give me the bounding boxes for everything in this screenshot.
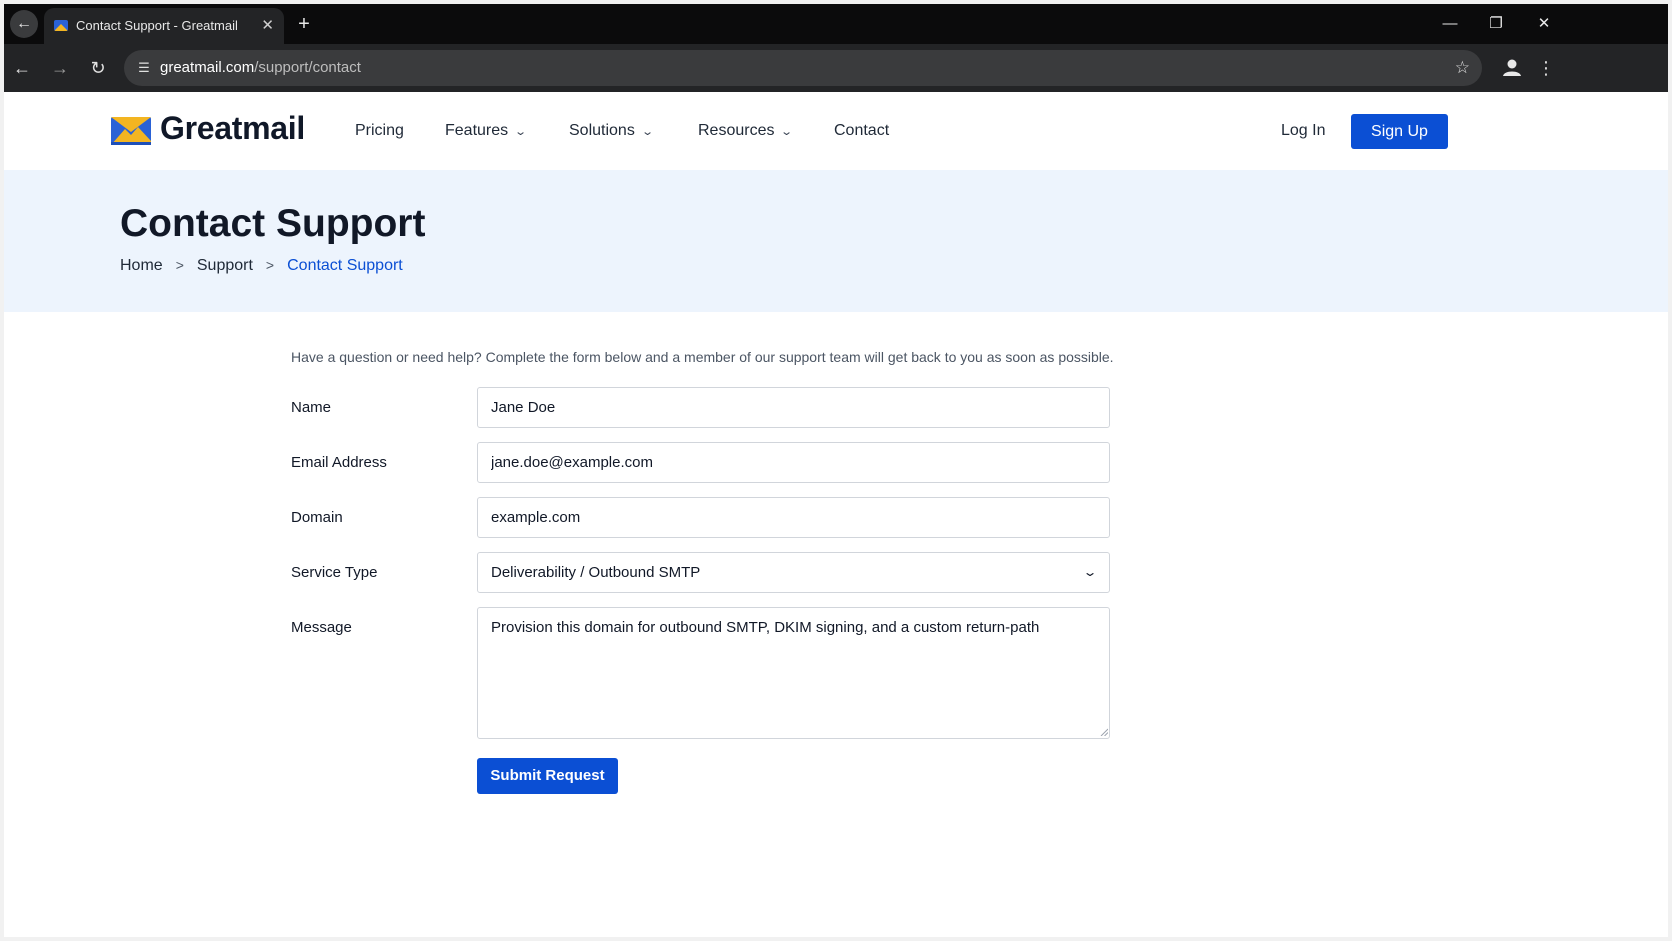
- resize-grip-icon[interactable]: [1100, 728, 1108, 736]
- star-icon[interactable]: ☆: [1455, 56, 1470, 80]
- brand-name[interactable]: Greatmail: [160, 110, 305, 147]
- url-text: greatmail.com/support/contact: [160, 59, 361, 76]
- browser-toolbar: ← → ↻ ☰ greatmail.com/support/contact ☆ …: [4, 44, 1668, 92]
- site-settings-icon[interactable]: ☰: [134, 58, 154, 78]
- tab-search-back-icon[interactable]: ←: [10, 10, 38, 38]
- service-type-label: Service Type: [291, 564, 378, 581]
- restore-icon[interactable]: ❐: [1482, 10, 1510, 38]
- submit-request-button[interactable]: Submit Request: [477, 758, 618, 794]
- email-input[interactable]: [477, 442, 1110, 483]
- breadcrumb-separator: >: [175, 257, 184, 273]
- form-intro: Have a question or need help? Complete t…: [291, 349, 1114, 365]
- sign-up-button[interactable]: Sign Up: [1351, 114, 1448, 149]
- browser-window: ← Contact Support - Greatmail ✕ + — ❐ ✕ …: [4, 4, 1668, 937]
- domain-label: Domain: [291, 509, 343, 526]
- menu-kebab-icon[interactable]: ⋮: [1534, 54, 1558, 82]
- chevron-down-icon: ⌄: [514, 126, 528, 138]
- minimize-icon[interactable]: —: [1436, 10, 1464, 38]
- breadcrumb-separator: >: [265, 257, 275, 273]
- nav-pricing[interactable]: Pricing: [355, 122, 404, 140]
- close-icon[interactable]: ✕: [261, 16, 274, 34]
- reload-icon[interactable]: ↻: [84, 54, 112, 82]
- back-arrow-icon[interactable]: ←: [8, 54, 36, 82]
- nav-solutions-label: Solutions: [569, 122, 635, 139]
- profile-icon[interactable]: [1498, 54, 1526, 82]
- breadcrumb-current[interactable]: Contact Support: [287, 257, 403, 274]
- service-type-value: Deliverability / Outbound SMTP: [491, 564, 701, 581]
- nav-contact[interactable]: Contact: [834, 122, 889, 140]
- nav-solutions[interactable]: Solutions ⌄: [569, 122, 654, 140]
- window-close-icon[interactable]: ✕: [1530, 10, 1558, 38]
- greatmail-logo-icon[interactable]: [111, 117, 151, 145]
- nav-pricing-label: Pricing: [355, 122, 404, 139]
- url-host: greatmail.com: [160, 59, 255, 76]
- favicon-icon: [54, 20, 68, 31]
- page-title: Contact Support: [120, 202, 426, 245]
- breadcrumb-support[interactable]: Support: [197, 257, 253, 274]
- forward-arrow-icon[interactable]: →: [46, 54, 74, 82]
- address-bar[interactable]: ☰ greatmail.com/support/contact ☆: [124, 50, 1482, 86]
- domain-input[interactable]: [477, 497, 1110, 538]
- browser-tab[interactable]: Contact Support - Greatmail ✕: [44, 8, 284, 44]
- breadcrumb: Home > Support > Contact Support: [120, 257, 403, 275]
- page-hero: Contact Support Home > Support > Contact Sup…: [4, 170, 1668, 312]
- chevron-down-icon: ⌄: [1082, 565, 1098, 579]
- name-input[interactable]: [477, 387, 1110, 428]
- breadcrumb-home[interactable]: Home: [120, 257, 163, 274]
- nav-features[interactable]: Features ⌄: [445, 122, 528, 140]
- message-label: Message: [291, 619, 352, 636]
- nav-resources-label: Resources: [698, 122, 775, 139]
- name-label: Name: [291, 399, 332, 416]
- plus-icon[interactable]: +: [290, 10, 318, 38]
- chevron-down-icon: ⌄: [640, 126, 654, 138]
- url-path: /support/contact: [254, 59, 361, 76]
- log-in-link[interactable]: Log In: [1281, 122, 1325, 140]
- tab-strip: ← Contact Support - Greatmail ✕ + — ❐ ✕: [4, 4, 1668, 44]
- site-header: Greatmail Pricing Features ⌄ Solutions ⌄ R…: [4, 92, 1668, 170]
- email-label: Email Address: [291, 454, 387, 471]
- nav-features-label: Features: [445, 122, 509, 139]
- message-textarea[interactable]: Provision this domain for outbound SMTP,…: [477, 607, 1110, 739]
- service-type-select[interactable]: Deliverability / Outbound SMTP ⌄: [477, 552, 1110, 593]
- nav-resources[interactable]: Resources ⌄: [698, 122, 794, 140]
- nav-contact-label: Contact: [834, 122, 890, 139]
- tab-title: Contact Support - Greatmail: [76, 18, 238, 33]
- chevron-down-icon: ⌄: [780, 126, 794, 138]
